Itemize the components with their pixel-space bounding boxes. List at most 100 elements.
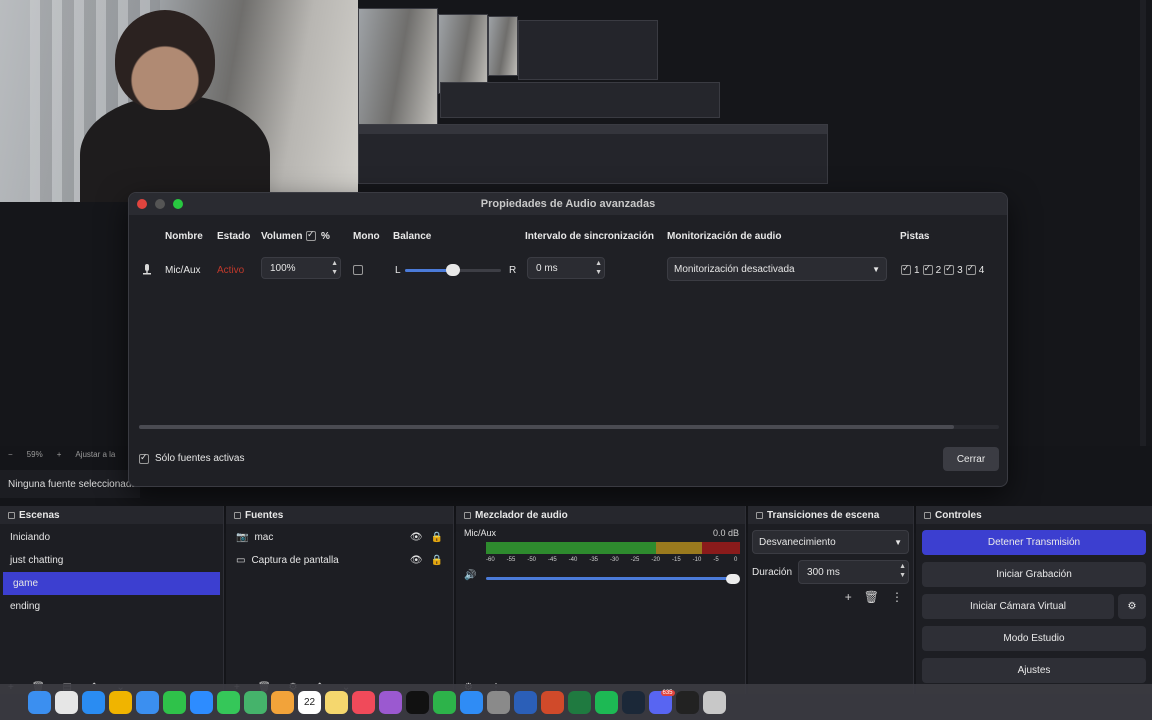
transitions-dock: Transiciones de escena Desvanecimiento ▼… <box>748 506 914 694</box>
audio-mixer-dock: Mezclador de audio Mic/Aux 0.0 dB -60 -55… <box>456 506 746 694</box>
studio-mode-button[interactable]: Modo Estudio <box>922 626 1146 651</box>
sync-offset-spinbox[interactable]: 0 ms ▲ ▼ <box>527 257 605 279</box>
facetime-icon[interactable] <box>163 690 186 714</box>
transition-select[interactable]: Desvanecimiento ▼ <box>752 530 909 554</box>
gear-icon[interactable]: ⚙ <box>1118 594 1146 619</box>
horizontal-scrollbar[interactable] <box>139 425 999 429</box>
chevron-down-icon[interactable]: ▼ <box>899 571 906 580</box>
col-status: Estado <box>217 231 251 242</box>
lock-icon[interactable]: 🔒 <box>431 532 443 543</box>
track-4-checkbox[interactable] <box>965 263 976 275</box>
balance-right-label: R <box>509 264 517 276</box>
mixer-slider-handle[interactable] <box>726 574 740 584</box>
tv-icon[interactable] <box>406 690 429 714</box>
steam-icon[interactable] <box>622 690 645 714</box>
powerpoint-icon[interactable] <box>541 690 564 714</box>
screen: − 59% + Ajustar a la Ninguna fuente sele… <box>0 0 1152 720</box>
stop-stream-button[interactable]: Detener Transmisión <box>922 530 1146 555</box>
no-source-label: Ninguna fuente seleccionada <box>0 470 140 498</box>
photos-icon[interactable] <box>271 690 294 714</box>
track-3-checkbox[interactable] <box>944 263 955 275</box>
only-active-toggle[interactable]: Sólo fuentes activas <box>139 452 245 464</box>
duration-label: Duración <box>752 566 793 578</box>
epic-games-icon[interactable] <box>676 690 699 714</box>
notes-icon[interactable] <box>325 690 348 714</box>
only-active-checkbox[interactable] <box>139 452 149 464</box>
settings-button[interactable]: Ajustes <box>922 658 1146 683</box>
add-icon[interactable]: + <box>845 590 852 604</box>
track-2-label: 2 <box>935 264 942 276</box>
nested-capture-5 <box>440 82 720 118</box>
display-icon: ▭ <box>236 555 246 566</box>
camera-icon: 📷 <box>236 532 249 543</box>
music-icon[interactable] <box>352 690 375 714</box>
mixer-volume-slider[interactable] <box>486 574 740 584</box>
eye-icon[interactable]: 👁 <box>410 532 423 543</box>
close-window-icon[interactable] <box>137 199 147 209</box>
scenes-title-bar: Escenas <box>0 506 223 524</box>
lock-icon[interactable]: 🔒 <box>431 555 443 566</box>
meter-tick-label: -35 <box>589 557 598 563</box>
chevron-up-icon[interactable]: ▲ <box>595 259 602 268</box>
chevron-down-icon[interactable]: ▼ <box>331 268 338 277</box>
excel-icon[interactable] <box>568 690 591 714</box>
dialog-titlebar: Propiedades de Audio avanzadas <box>129 193 1007 215</box>
speaker-icon[interactable]: 🔊 <box>464 570 476 581</box>
zoom-window-icon[interactable] <box>173 199 183 209</box>
discord-icon[interactable]: 635 <box>649 690 675 714</box>
minimize-window-icon[interactable] <box>155 199 165 209</box>
source-item[interactable]: 📷 mac 👁 🔒 <box>226 526 453 549</box>
settings-icon[interactable] <box>487 690 510 714</box>
chevron-up-icon[interactable]: ▲ <box>899 562 906 571</box>
track-1-checkbox[interactable] <box>901 263 911 275</box>
maps-icon[interactable] <box>244 690 267 714</box>
chevron-up-icon[interactable]: ▲ <box>331 259 338 268</box>
balance-slider[interactable] <box>405 257 501 283</box>
nested-capture-4 <box>518 20 658 80</box>
trash-icon[interactable] <box>703 690 726 714</box>
fit-label[interactable]: Ajustar a la <box>75 450 115 459</box>
podcasts-icon[interactable] <box>379 690 402 714</box>
volume-percent-checkbox[interactable] <box>306 229 316 241</box>
volume-spinbox[interactable]: 100% ▲ ▼ <box>261 257 341 279</box>
transitions-title-bar: Transiciones de escena <box>748 506 913 524</box>
monitoring-select[interactable]: Monitorización desactivada ▼ <box>667 257 887 281</box>
scene-item[interactable]: Iniciando <box>0 526 223 549</box>
mono-checkbox[interactable] <box>353 265 363 275</box>
nested-capture-1 <box>358 8 438 130</box>
scene-item-selected[interactable]: game <box>3 572 220 595</box>
calendar-icon[interactable]: 22 <box>298 690 321 714</box>
trash-icon[interactable]: 🗑 <box>864 590 879 604</box>
meter-tick-label: -10 <box>692 557 702 563</box>
scrollbar-vertical[interactable] <box>1140 0 1146 446</box>
numbers-icon[interactable] <box>433 690 456 714</box>
appstore-icon[interactable] <box>460 690 483 714</box>
messages-icon[interactable] <box>217 690 240 714</box>
more-icon[interactable]: ⋮ <box>891 590 903 604</box>
track-2-checkbox[interactable] <box>922 263 933 275</box>
minus-icon[interactable]: − <box>8 450 13 459</box>
scene-item[interactable]: just chatting <box>0 549 223 572</box>
balance-slider-handle[interactable] <box>446 264 460 276</box>
meter-tick-label: -25 <box>630 557 640 563</box>
finder-icon[interactable] <box>28 690 51 714</box>
safari-icon[interactable] <box>82 690 105 714</box>
launchpad-icon[interactable] <box>55 690 78 714</box>
close-button[interactable]: Cerrar <box>943 447 999 471</box>
plus-icon[interactable]: + <box>57 450 62 459</box>
word-icon[interactable] <box>514 690 537 714</box>
dropdown-arrow-icon: ▼ <box>894 537 902 547</box>
eye-icon[interactable]: 👁 <box>410 555 423 566</box>
chevron-down-icon[interactable]: ▼ <box>595 268 602 277</box>
spotify-icon[interactable] <box>595 690 618 714</box>
virtual-camera-button[interactable]: Iniciar Cámara Virtual <box>922 594 1114 619</box>
zoom-icon[interactable] <box>190 690 213 714</box>
source-item[interactable]: ▭ Captura de pantalla 👁 🔒 <box>226 549 453 572</box>
meter-tick-label: -55 <box>506 557 516 563</box>
start-recording-button[interactable]: Iniciar Grabación <box>922 562 1146 587</box>
mail-icon[interactable] <box>136 690 159 714</box>
chrome-icon[interactable] <box>109 690 132 714</box>
scene-item[interactable]: ending <box>0 595 223 618</box>
duration-spinbox[interactable]: 300 ms ▲ ▼ <box>798 560 909 584</box>
microphone-icon <box>143 257 151 283</box>
